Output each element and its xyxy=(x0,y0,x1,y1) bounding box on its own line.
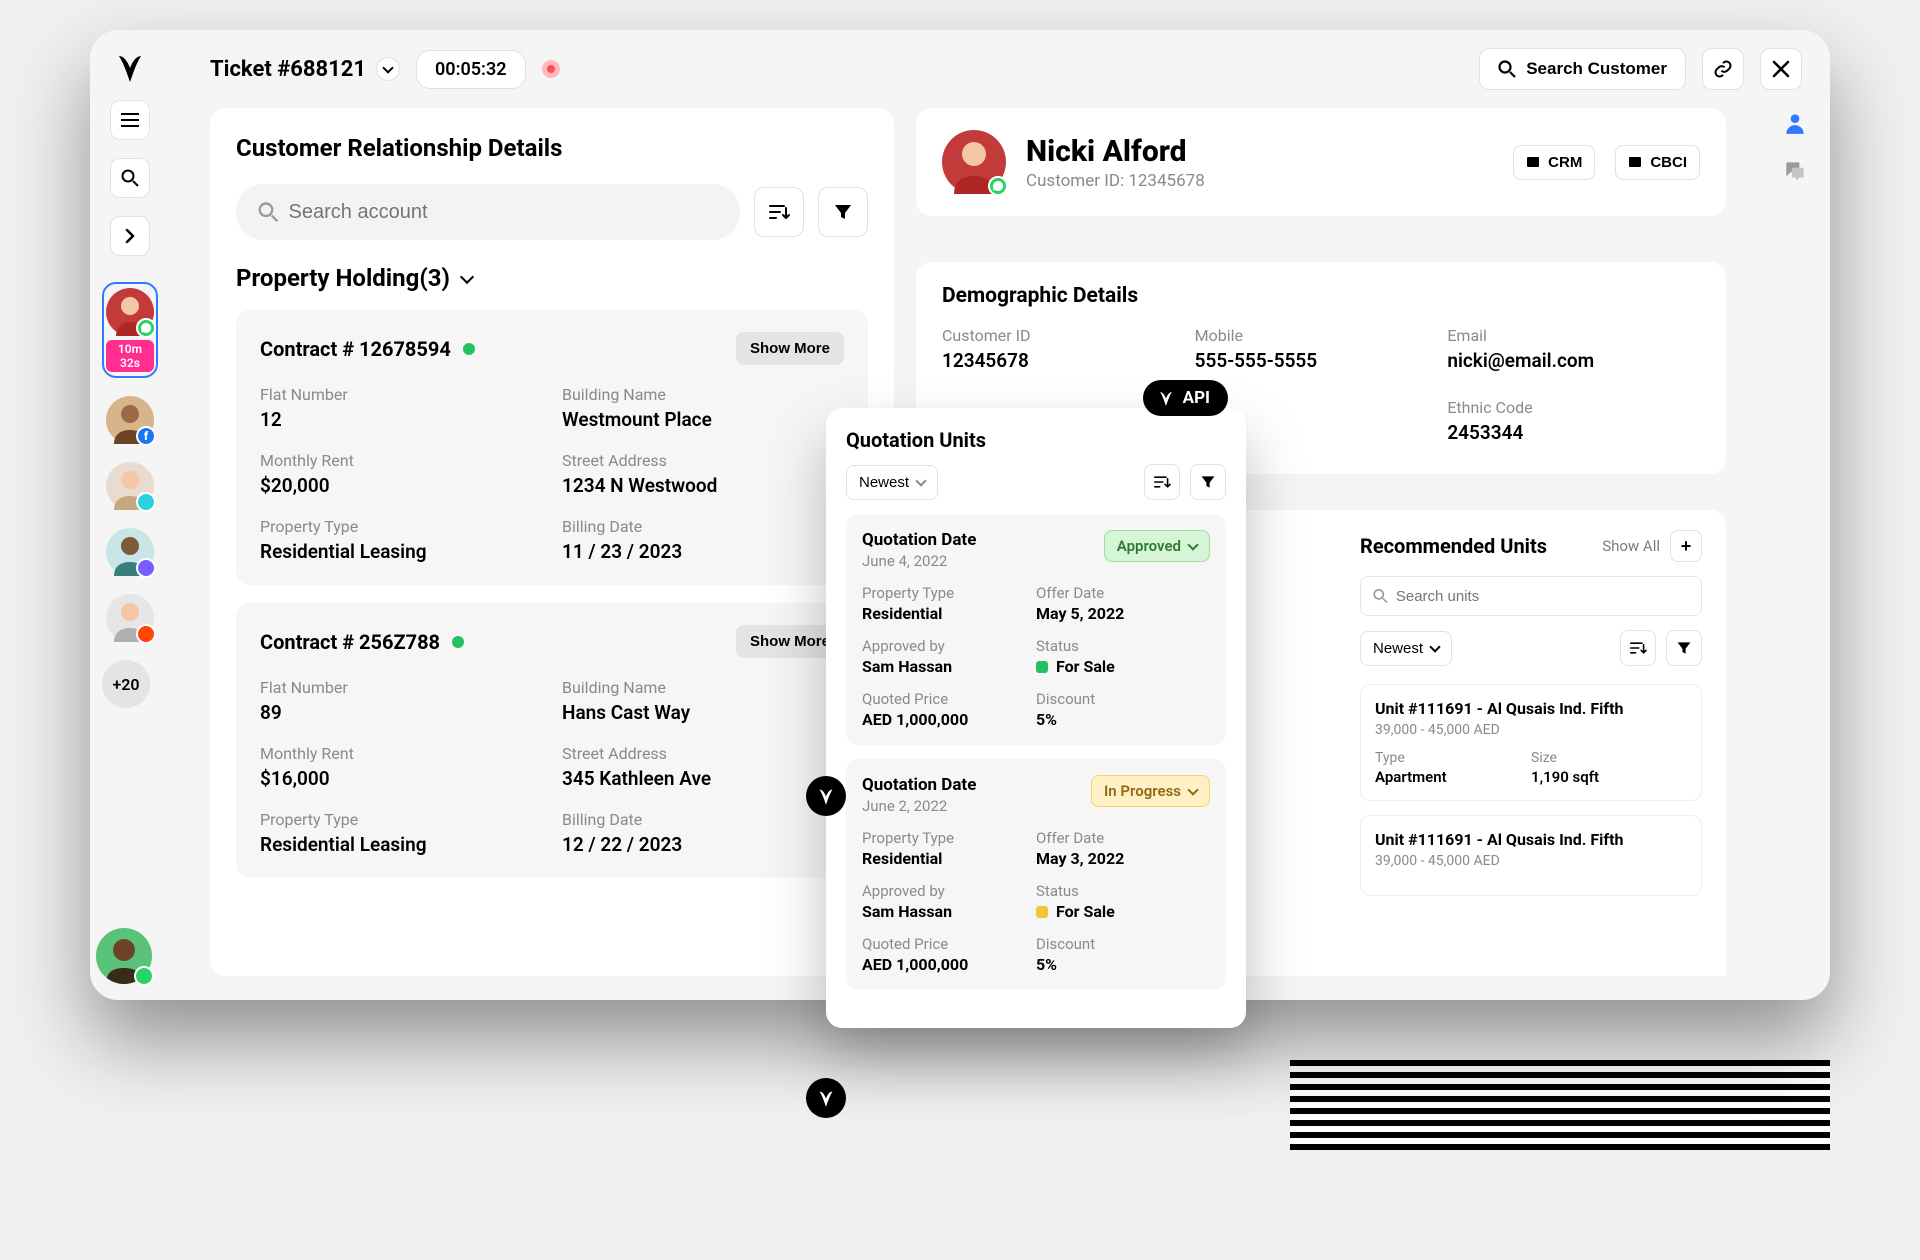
sort-button[interactable] xyxy=(1144,464,1180,500)
close-button[interactable] xyxy=(1760,48,1802,90)
menu-button[interactable] xyxy=(110,100,150,140)
holding-title: Property Holding(3) xyxy=(236,264,450,292)
show-more-button[interactable]: Show More xyxy=(736,332,844,365)
contract-card: Contract # 256Z788 Show More Flat Number… xyxy=(236,603,868,878)
whatsapp-icon xyxy=(136,318,156,338)
link-button[interactable] xyxy=(1702,48,1744,90)
panel-relationship: Customer Relationship Details Property H… xyxy=(210,108,894,976)
sidebar-search-button[interactable] xyxy=(110,158,150,198)
panel-customer-header: Nicki Alford Customer ID: 12345678 CRM C… xyxy=(916,108,1726,216)
recommended-title: Recommended Units xyxy=(1360,534,1547,558)
messenger-icon xyxy=(136,492,156,512)
conversation-item[interactable]: f xyxy=(102,396,158,444)
panel-title: Customer Relationship Details xyxy=(236,134,868,162)
search-icon xyxy=(258,201,279,223)
call-timer: 00:05:32 xyxy=(416,50,526,89)
profile-icon[interactable] xyxy=(1780,108,1810,138)
ticket-title: Ticket #688121 xyxy=(210,57,400,82)
context-rail xyxy=(1774,108,1816,186)
cbci-chip[interactable]: CBCI xyxy=(1615,145,1700,180)
sidebar-expand-button[interactable] xyxy=(110,216,150,256)
search-units-input[interactable] xyxy=(1396,588,1689,605)
topbar: Ticket #688121 00:05:32 Search Customer xyxy=(170,30,1830,108)
sort-button[interactable] xyxy=(1620,630,1656,666)
quotation-title: Quotation Units xyxy=(846,428,1226,452)
conversation-item-active[interactable]: 10m 32s xyxy=(102,282,158,378)
filter-button[interactable] xyxy=(818,187,868,237)
whatsapp-icon xyxy=(988,176,1008,196)
quotation-card: Quotation Date June 2, 2022 In Progress … xyxy=(846,759,1226,990)
search-account-input[interactable] xyxy=(289,201,718,224)
app-logo xyxy=(113,52,147,82)
ticket-dropdown[interactable] xyxy=(376,57,400,81)
conversation-timer: 10m 32s xyxy=(106,340,154,372)
crm-chip[interactable]: CRM xyxy=(1513,145,1595,180)
conversation-item[interactable] xyxy=(102,462,158,510)
panel-quotation: API Quotation Units Newest Quotation Dat… xyxy=(826,408,1246,1028)
contract-card: Contract # 12678594 Show More Flat Numbe… xyxy=(236,310,868,585)
search-icon xyxy=(1373,588,1388,604)
status-chip[interactable]: Approved xyxy=(1104,530,1210,562)
demographic-title: Demographic Details xyxy=(942,284,1700,308)
sort-button[interactable] xyxy=(754,187,804,237)
status-dot-icon xyxy=(452,636,464,648)
customer-avatar xyxy=(942,130,1006,194)
search-units-box[interactable] xyxy=(1360,576,1702,616)
property-holding-toggle[interactable]: Property Holding(3) xyxy=(236,264,868,292)
conversation-item[interactable] xyxy=(96,928,152,984)
unit-card[interactable]: Unit #111691 - Al Qusais Ind. Fifth39,00… xyxy=(1360,815,1702,896)
brand-dot-icon xyxy=(806,1078,846,1118)
recording-indicator xyxy=(542,60,560,78)
reddit-icon xyxy=(136,624,156,644)
conversation-more[interactable]: +20 xyxy=(102,660,158,708)
conversation-item[interactable] xyxy=(102,528,158,576)
add-unit-button[interactable]: + xyxy=(1670,530,1702,562)
unit-card[interactable]: Unit #111691 - Al Qusais Ind. Fifth39,00… xyxy=(1360,684,1702,801)
contract-title: Contract # 256Z788 xyxy=(260,630,440,654)
api-badge: API xyxy=(1143,380,1228,416)
conversation-item[interactable] xyxy=(102,594,158,642)
status-dot-icon xyxy=(463,343,475,355)
customer-name: Nicki Alford xyxy=(1026,134,1205,169)
filter-button[interactable] xyxy=(1666,630,1702,666)
brand-dot-icon xyxy=(806,776,846,816)
sidebar: 10m 32s f +20 xyxy=(90,30,170,1000)
sort-newest[interactable]: Newest xyxy=(846,465,938,500)
online-dot xyxy=(134,966,154,986)
chat-icon[interactable] xyxy=(1780,156,1810,186)
status-chip[interactable]: In Progress xyxy=(1091,775,1210,807)
search-customer-button[interactable]: Search Customer xyxy=(1479,48,1686,90)
contract-title: Contract # 12678594 xyxy=(260,337,451,361)
search-account-box[interactable] xyxy=(236,184,740,240)
sort-newest[interactable]: Newest xyxy=(1360,631,1452,666)
viber-icon xyxy=(136,558,156,578)
filter-button[interactable] xyxy=(1190,464,1226,500)
customer-id: Customer ID: 12345678 xyxy=(1026,171,1205,191)
show-all-link[interactable]: Show All xyxy=(1602,537,1660,555)
quotation-card: Quotation Date June 4, 2022 Approved Pro… xyxy=(846,514,1226,745)
search-customer-label: Search Customer xyxy=(1526,59,1667,79)
ticket-label: Ticket #688121 xyxy=(210,57,366,82)
facebook-icon: f xyxy=(136,426,156,446)
